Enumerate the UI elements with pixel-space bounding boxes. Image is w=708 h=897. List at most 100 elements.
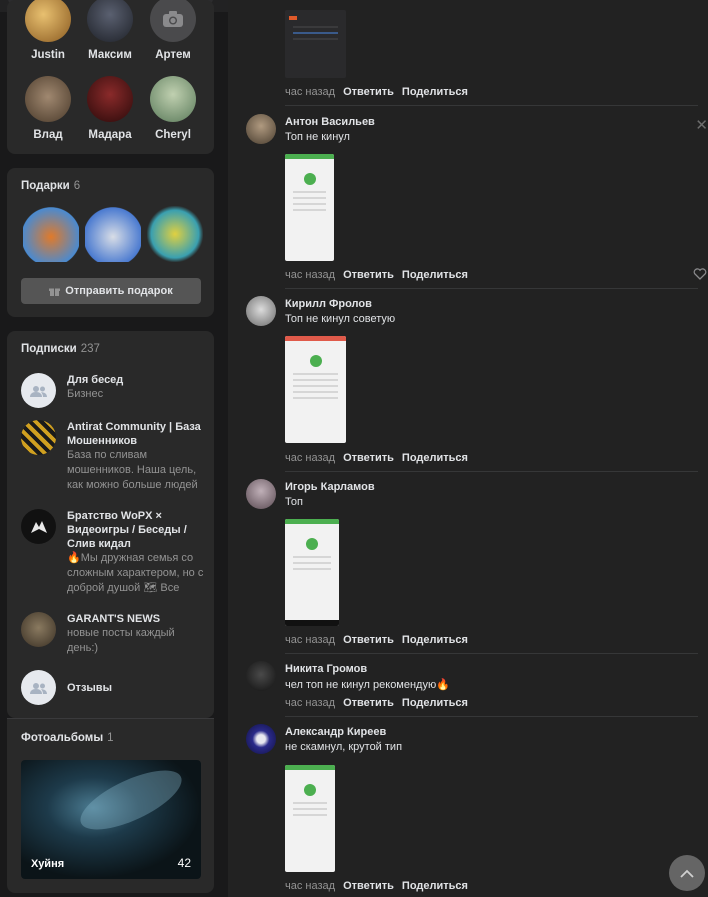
friend-name[interactable]: Максим: [80, 49, 140, 61]
subscription-item[interactable]: Отзывы: [21, 670, 207, 705]
left-column: Justin Максим Артем Влад Мадара Cheryl П…: [7, 0, 214, 897]
comment-author[interactable]: Никита Громов: [285, 663, 367, 675]
friend-name[interactable]: Артем: [143, 49, 203, 61]
friend-item[interactable]: Мадара: [80, 76, 140, 141]
comment-actions: час назад Ответить Поделиться: [285, 697, 468, 709]
avatar[interactable]: [150, 76, 196, 122]
share-button[interactable]: Поделиться: [402, 452, 468, 464]
avatar[interactable]: [21, 509, 56, 544]
subscription-title[interactable]: GARANT'S NEWS: [67, 612, 207, 626]
share-button[interactable]: Поделиться: [402, 634, 468, 646]
send-gift-button[interactable]: Отправить подарок: [21, 278, 201, 304]
chevron-up-icon: [680, 869, 694, 878]
avatar[interactable]: [25, 76, 71, 122]
gift-item[interactable]: [147, 206, 203, 262]
avatar[interactable]: [246, 114, 276, 144]
subscription-title[interactable]: Antirat Community | База Мошенников: [67, 420, 207, 448]
friends-card: Justin Максим Артем Влад Мадара Cheryl: [7, 0, 214, 154]
album-thumbnail[interactable]: Хуйня 42: [21, 760, 201, 879]
gift-icon: [49, 288, 61, 296]
group-icon: [29, 682, 47, 694]
comment-time[interactable]: час назад: [285, 269, 335, 281]
comment-time[interactable]: час назад: [285, 452, 335, 464]
avatar[interactable]: [87, 76, 133, 122]
share-button[interactable]: Поделиться: [402, 86, 468, 98]
divider: [285, 716, 698, 717]
comment-author[interactable]: Игорь Карламов: [285, 481, 375, 493]
comment-time[interactable]: час назад: [285, 697, 335, 709]
avatar[interactable]: [21, 420, 56, 455]
avatar[interactable]: [21, 612, 56, 647]
comments-feed: час назад Ответить Поделиться Антон Васи…: [228, 0, 708, 897]
subscription-desc: Бизнес: [67, 388, 104, 400]
reply-button[interactable]: Ответить: [343, 452, 394, 464]
avatar[interactable]: [21, 670, 56, 705]
comment-author[interactable]: Кирилл Фролов: [285, 298, 372, 310]
subscription-item[interactable]: Братство WoPX × Видеоигры / Беседы / Сли…: [21, 509, 207, 596]
friend-name[interactable]: Мадара: [80, 129, 140, 141]
avatar[interactable]: [25, 0, 71, 42]
attached-screenshot[interactable]: [285, 10, 346, 78]
comment-time[interactable]: час назад: [285, 86, 335, 98]
comment-time[interactable]: час назад: [285, 880, 335, 892]
friend-item[interactable]: Артем: [143, 0, 203, 61]
friend-item[interactable]: Cheryl: [143, 76, 203, 141]
subscription-title[interactable]: Для бесед: [67, 373, 123, 387]
gifts-count: 6: [73, 180, 81, 192]
share-button[interactable]: Поделиться: [402, 697, 468, 709]
comment-author[interactable]: Антон Васильев: [285, 116, 375, 128]
close-icon[interactable]: ✕: [695, 116, 708, 134]
divider: [285, 471, 698, 472]
friend-item[interactable]: Влад: [18, 76, 78, 141]
comment-author[interactable]: Александр Киреев: [285, 726, 386, 738]
avatar[interactable]: [150, 0, 196, 42]
share-button[interactable]: Поделиться: [402, 880, 468, 892]
comment-actions: час назад Ответить Поделиться: [285, 880, 468, 892]
attached-screenshot[interactable]: [285, 765, 335, 872]
reply-button[interactable]: Ответить: [343, 634, 394, 646]
comment-text: Топ не кинул: [285, 131, 350, 143]
camera-icon: [163, 11, 183, 27]
reply-button[interactable]: Ответить: [343, 86, 394, 98]
avatar[interactable]: [246, 724, 276, 754]
album-name: Хуйня: [31, 858, 65, 870]
reply-button[interactable]: Ответить: [343, 269, 394, 281]
comment-text: чел топ не кинул рекомендую🔥: [285, 679, 450, 691]
friend-name[interactable]: Justin: [18, 49, 78, 61]
gift-item[interactable]: [85, 206, 141, 262]
albums-title[interactable]: Фотоальбомы 1: [21, 732, 114, 744]
reply-button[interactable]: Ответить: [343, 697, 394, 709]
avatar[interactable]: [246, 661, 276, 691]
scroll-to-top-button[interactable]: [669, 855, 705, 891]
avatar[interactable]: [246, 296, 276, 326]
comment-time[interactable]: час назад: [285, 634, 335, 646]
share-button[interactable]: Поделиться: [402, 269, 468, 281]
avatar[interactable]: [87, 0, 133, 42]
subscriptions-count: 237: [80, 343, 100, 355]
group-icon: [29, 385, 47, 397]
subscription-item[interactable]: Antirat Community | База Мошенников База…: [21, 420, 207, 493]
divider: [285, 653, 698, 654]
subscriptions-title[interactable]: Подписки 237: [21, 343, 100, 355]
friend-item[interactable]: Максим: [80, 0, 140, 61]
albums-count: 1: [107, 732, 114, 744]
comment-text: Топ не кинул советую: [285, 313, 396, 325]
friend-item[interactable]: Justin: [18, 0, 78, 61]
avatar[interactable]: [21, 373, 56, 408]
like-icon[interactable]: [693, 268, 707, 283]
reply-button[interactable]: Ответить: [343, 880, 394, 892]
avatar[interactable]: [246, 479, 276, 509]
friend-name[interactable]: Влад: [18, 129, 78, 141]
subscription-item[interactable]: GARANT'S NEWS новые посты каждый день:): [21, 612, 207, 656]
attached-screenshot[interactable]: [285, 519, 339, 626]
gift-item[interactable]: [23, 206, 79, 262]
gifts-title[interactable]: Подарки 6: [21, 180, 80, 192]
friend-name[interactable]: Cheryl: [143, 129, 203, 141]
attached-screenshot[interactable]: [285, 336, 346, 443]
comment-text: не скамнул, крутой тип: [285, 741, 403, 753]
attached-screenshot[interactable]: [285, 154, 334, 261]
subscription-title[interactable]: Отзывы: [67, 681, 112, 695]
subscription-item[interactable]: Для бесед Бизнес: [21, 373, 207, 408]
wolf-logo-icon: [30, 520, 47, 533]
subscription-title[interactable]: Братство WoPX × Видеоигры / Беседы / Сли…: [67, 509, 207, 551]
